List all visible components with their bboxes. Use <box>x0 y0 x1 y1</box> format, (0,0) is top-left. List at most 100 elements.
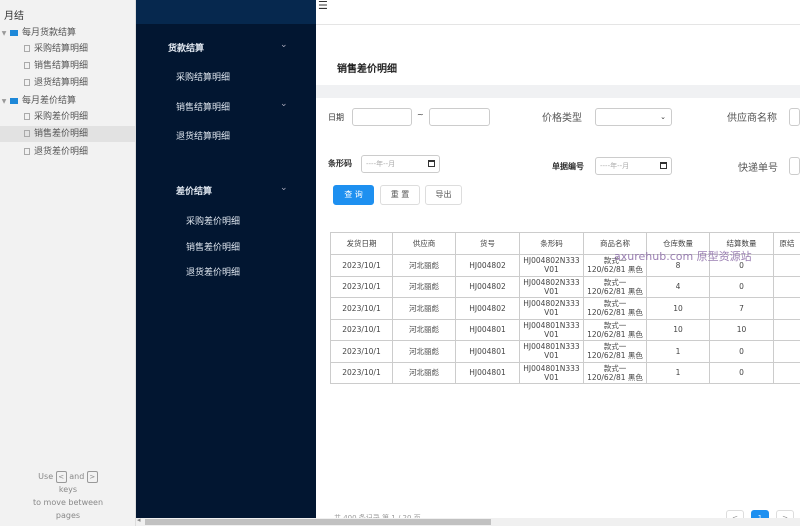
calendar-icon[interactable] <box>660 162 667 169</box>
table-cell: 10 <box>646 297 710 320</box>
table-cell: 2023/10/1 <box>330 361 393 384</box>
table-cell: 2023/10/1 <box>330 297 393 320</box>
query-button[interactable]: 查 询 <box>333 185 374 205</box>
nav-item[interactable]: 销售结算明细 <box>176 100 230 113</box>
chevron-down-icon[interactable]: ⌄ <box>280 99 288 109</box>
chevron-down-icon: ⌄ <box>660 113 666 121</box>
scrollbar-thumb[interactable] <box>145 519 491 525</box>
calendar-icon[interactable] <box>428 160 435 167</box>
main-content: ☰ 销售差价明细 日期 ~ 价格类型 ⌄ 供应商名称 条形码 ----年--月 … <box>316 0 800 526</box>
chevron-down-icon[interactable]: ⌄ <box>280 40 288 50</box>
menu-icon[interactable]: ☰ <box>318 0 328 12</box>
page-icon <box>24 45 30 52</box>
table-cell: 0 <box>709 275 774 298</box>
folder-icon <box>10 29 18 36</box>
table-cell: HJ004801 <box>455 361 520 384</box>
expand-triangle-icon[interactable]: ▼ <box>0 26 8 42</box>
price-type-label: 价格类型 <box>542 113 582 124</box>
folder-label: 每月货款结算 <box>22 28 77 38</box>
table-cell: 7 <box>709 297 774 320</box>
chevron-down-icon[interactable]: ⌄ <box>280 183 288 193</box>
table-cell: 2023/10/1 <box>330 254 393 277</box>
supplier-name-input[interactable] <box>789 108 800 126</box>
nav-item[interactable]: 销售差价明细 <box>186 240 240 253</box>
barcode-label: 条形码 <box>328 159 352 168</box>
date-start-input[interactable] <box>352 108 412 126</box>
page-item[interactable]: 退货结算明细 <box>0 75 135 91</box>
page-label: 退货差价明细 <box>34 147 89 157</box>
table-cell: 2023/10/1 <box>330 340 393 363</box>
table-cell: 2023/10/1 <box>330 275 393 298</box>
table-cell: 河北丽彪 <box>392 297 456 320</box>
table-cell <box>773 318 800 341</box>
folder-monthly-payment[interactable]: ▼ 每月货款结算 <box>0 25 135 41</box>
navigation-hint: Use < and > keys to move between pages <box>20 470 116 522</box>
column-header: 原结 <box>773 232 800 255</box>
header-divider <box>316 24 800 25</box>
column-header: 发货日期 <box>330 232 393 255</box>
table-cell: 款式一 120/62/81 黑色 <box>583 297 647 320</box>
supplier-name-label: 供应商名称 <box>727 113 777 124</box>
column-header: 货号 <box>455 232 520 255</box>
nav-item[interactable]: 退货结算明细 <box>176 129 230 142</box>
page-label: 退货结算明细 <box>34 78 89 88</box>
page-title: 销售差价明细 <box>337 64 397 75</box>
nav-group-diff[interactable]: 差价结算 <box>176 184 212 197</box>
page-label: 销售结算明细 <box>34 61 89 71</box>
table-row[interactable]: 2023/10/1 河北丽彪 HJ004801 HJ004801N333 V01 款式一… <box>330 340 800 363</box>
page-item[interactable]: 采购结算明细 <box>0 41 135 57</box>
table-cell: 河北丽彪 <box>392 361 456 384</box>
price-type-select[interactable]: ⌄ <box>595 108 672 126</box>
scroll-left-icon[interactable]: ◂ <box>137 516 141 524</box>
table-row[interactable]: 2023/10/1 河北丽彪 HJ004802 HJ004802N333 V01 款式一… <box>330 275 800 298</box>
date-label: 日期 <box>328 113 344 122</box>
page-icon <box>24 130 30 137</box>
table-row[interactable]: 2023/10/1 河北丽彪 HJ004801 HJ004801N333 V01 款式一… <box>330 318 800 341</box>
reset-button[interactable]: 重 置 <box>380 185 420 205</box>
page-item[interactable]: 销售结算明细 <box>0 58 135 74</box>
nav-item[interactable]: 采购结算明细 <box>176 70 230 83</box>
table-row[interactable]: 2023/10/1 河北丽彪 HJ004801 HJ004801N333 V01 款式一… <box>330 361 800 384</box>
table-cell: 10 <box>709 318 774 341</box>
page-icon <box>24 148 30 155</box>
nav-item[interactable]: 采购差价明细 <box>186 214 240 227</box>
nav-group-payment[interactable]: 货款结算 <box>168 41 204 54</box>
table-cell: 0 <box>709 361 774 384</box>
table-cell: HJ004802N333 V01 <box>519 275 584 298</box>
page-icon <box>24 113 30 120</box>
express-no-input[interactable] <box>789 157 800 175</box>
page-item[interactable]: 退货差价明细 <box>0 144 135 160</box>
table-cell: 4 <box>646 275 710 298</box>
folder-monthly-diff[interactable]: ▼ 每月差价结算 <box>0 93 135 109</box>
expand-triangle-icon[interactable]: ▼ <box>0 94 8 110</box>
horizontal-scrollbar[interactable]: ◂ <box>136 516 800 526</box>
nav-item[interactable]: 退货差价明细 <box>186 265 240 278</box>
folder-label: 每月差价结算 <box>22 96 77 106</box>
pages-title: 月结 <box>4 11 24 22</box>
page-label: 采购结算明细 <box>34 44 89 54</box>
barcode-input[interactable]: ----年--月 <box>361 155 440 173</box>
table-cell: 0 <box>709 340 774 363</box>
doc-no-input[interactable]: ----年--月 <box>595 157 672 175</box>
page-item[interactable]: 采购差价明细 <box>0 109 135 125</box>
table-row[interactable]: 2023/10/1 河北丽彪 HJ004802 HJ004802N333 V01 款式一… <box>330 297 800 320</box>
hint-text: keys <box>58 485 78 494</box>
hint-text: to move between <box>32 498 104 507</box>
table-cell: HJ004802N333 V01 <box>519 254 584 277</box>
placeholder: ----年--月 <box>600 162 630 170</box>
column-header: 条形码 <box>519 232 584 255</box>
export-button[interactable]: 导出 <box>425 185 462 205</box>
sidebar-header <box>136 0 316 24</box>
page-label: 采购差价明细 <box>34 112 89 122</box>
table-cell: HJ004802 <box>455 275 520 298</box>
table-cell <box>773 340 800 363</box>
table-cell <box>773 297 800 320</box>
page-label: 销售差价明细 <box>34 129 89 139</box>
page-icon <box>24 62 30 69</box>
date-end-input[interactable] <box>429 108 490 126</box>
table-cell: HJ004802 <box>455 297 520 320</box>
next-key-icon: > <box>86 470 98 483</box>
table-cell: 款式一 120/62/81 黑色 <box>583 318 647 341</box>
page-item-selected[interactable]: 销售差价明细 <box>0 126 135 142</box>
date-separator: ~ <box>417 110 424 119</box>
